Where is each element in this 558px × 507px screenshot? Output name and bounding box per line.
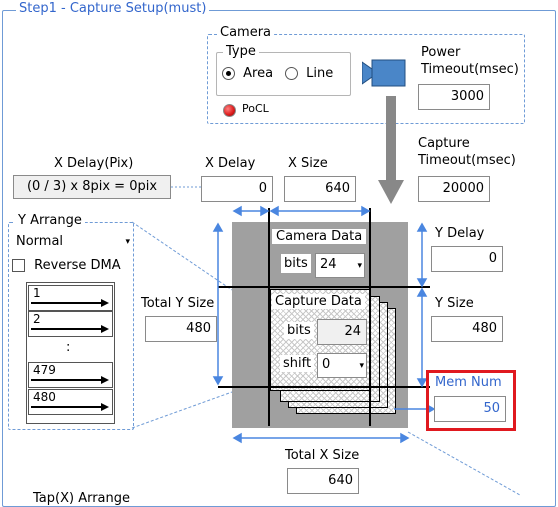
total-y-size-input[interactable]: 480 xyxy=(145,316,217,342)
y-size-label: Y Size xyxy=(435,296,474,311)
y-delay-input[interactable]: 0 xyxy=(431,246,503,272)
mem-num-label: Mem Num xyxy=(435,375,502,390)
y-size-input[interactable]: 480 xyxy=(431,316,503,342)
y-delay-label: Y Delay xyxy=(435,226,485,241)
total-y-size-label: Total Y Size xyxy=(141,296,215,311)
total-x-size-input[interactable]: 640 xyxy=(287,468,359,494)
mem-num-input[interactable]: 50 xyxy=(434,396,506,422)
total-x-size-label: Total X Size xyxy=(285,448,360,463)
